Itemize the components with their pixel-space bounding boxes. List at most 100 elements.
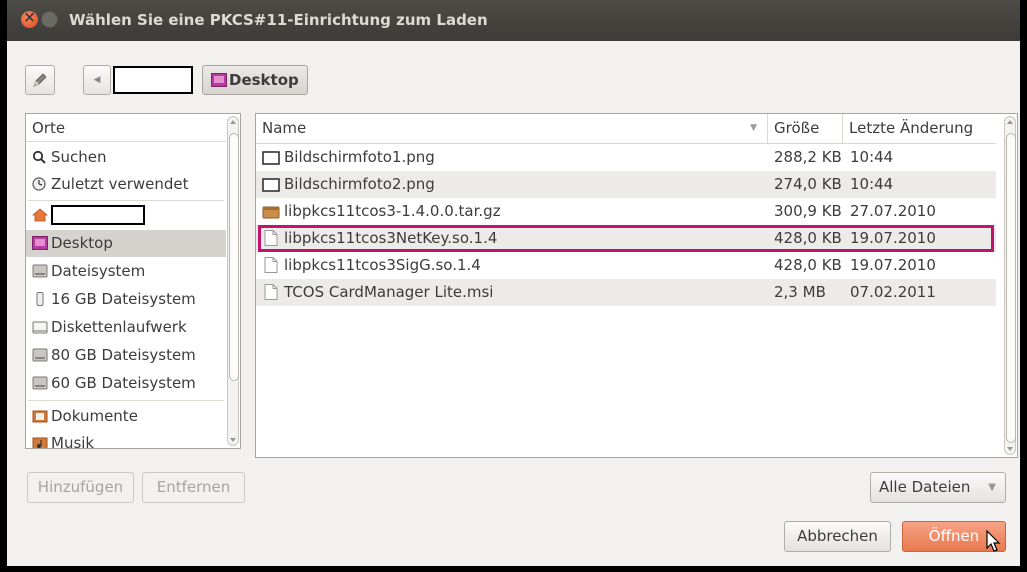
place-desktop[interactable]: Desktop — [26, 230, 226, 257]
harddisk-icon — [32, 376, 48, 390]
file-modified: 19.07.2010 — [850, 229, 936, 247]
file-icon — [264, 284, 278, 300]
pencil-icon — [33, 73, 47, 87]
search-icon — [32, 150, 46, 164]
file-size: 274,0 KB — [774, 175, 842, 193]
minimize-window-button[interactable] — [41, 11, 58, 28]
scroll-down-icon — [230, 438, 236, 442]
floppy-icon — [32, 321, 48, 334]
sort-descending-icon: ▼ — [750, 123, 757, 133]
places-separator — [28, 200, 224, 201]
scroll-down-icon — [1007, 447, 1013, 451]
file-name: libpkcs11tcos3NetKey.so.1.4 — [284, 229, 498, 247]
breadcrumb-home-redacted[interactable] — [113, 66, 193, 94]
window-title: Wählen Sie eine PKCS#11-Einrichtung zum … — [69, 11, 488, 29]
music-folder-icon — [32, 437, 48, 448]
column-header-size[interactable]: Größe — [768, 114, 843, 143]
file-name: TCOS CardManager Lite.msi — [284, 283, 494, 301]
remove-bookmark-button[interactable]: Entfernen — [142, 472, 245, 503]
file-row[interactable]: Bildschirmfoto2.png 274,0 KB 10:44 — [256, 171, 996, 198]
file-list-header: Name ▼ Größe Letzte Änderung — [256, 114, 996, 144]
scroll-up-icon — [230, 120, 236, 124]
place-label: Musik — [51, 434, 95, 449]
clock-icon — [32, 177, 46, 191]
file-modified: 19.07.2010 — [850, 256, 936, 274]
file-size: 288,2 KB — [774, 148, 842, 166]
breadcrumb-desktop[interactable]: Desktop — [202, 65, 308, 95]
image-file-icon — [262, 151, 280, 165]
file-row[interactable]: libpkcs11tcos3-1.4.0.0.tar.gz 300,9 KB 2… — [256, 198, 996, 225]
chevron-left-icon: ◀ — [93, 75, 101, 85]
places-header: Orte — [26, 114, 226, 142]
file-row[interactable]: Bildschirmfoto1.png 288,2 KB 10:44 — [256, 144, 996, 171]
place-label: 60 GB Dateisystem — [51, 374, 196, 392]
file-filter-dropdown[interactable]: Alle Dateien ▼ — [870, 472, 1006, 503]
file-icon — [264, 230, 278, 246]
file-size: 300,9 KB — [774, 202, 842, 220]
places-scroll-thumb[interactable] — [229, 133, 239, 381]
column-header-name[interactable]: Name ▼ — [256, 114, 768, 143]
place-label: Dokumente — [51, 407, 138, 425]
place-80gb[interactable]: 80 GB Dateisystem — [26, 342, 226, 369]
places-separator — [28, 400, 224, 401]
desktop-icon — [32, 236, 48, 250]
documents-folder-icon — [32, 410, 48, 423]
window-titlebar: Wählen Sie eine PKCS#11-Einrichtung zum … — [7, 0, 1020, 41]
place-60gb[interactable]: 60 GB Dateisystem — [26, 370, 226, 397]
path-toolbar: ◀ Desktop — [7, 41, 1020, 121]
desktop-icon — [211, 73, 227, 87]
breadcrumb-desktop-label: Desktop — [229, 71, 299, 89]
file-modified: 27.07.2010 — [850, 202, 936, 220]
place-floppy[interactable]: Diskettenlaufwerk — [26, 314, 226, 341]
file-modified: 10:44 — [850, 148, 894, 166]
place-documents[interactable]: Dokumente — [26, 403, 226, 430]
chevron-down-icon: ▼ — [988, 482, 996, 493]
file-list: Name ▼ Größe Letzte Änderung Bildschirmf… — [255, 113, 1018, 458]
add-bookmark-button[interactable]: Hinzufügen — [27, 472, 134, 503]
home-label-redacted — [51, 205, 145, 225]
file-modified: 10:44 — [850, 175, 894, 193]
file-row[interactable]: TCOS CardManager Lite.msi 2,3 MB 07.02.2… — [256, 279, 996, 306]
column-name-label: Name — [262, 119, 307, 137]
place-16gb[interactable]: 16 GB Dateisystem — [26, 286, 226, 313]
scroll-up-icon — [1007, 120, 1013, 124]
place-label: Desktop — [51, 234, 113, 252]
place-music[interactable]: Musik — [26, 430, 226, 449]
file-list-scrollbar[interactable] — [1004, 116, 1016, 455]
place-filesystem[interactable]: Dateisystem — [26, 258, 226, 285]
home-folder-icon — [32, 208, 48, 222]
file-list-scroll-thumb[interactable] — [1006, 133, 1016, 443]
file-name: libpkcs11tcos3SigG.so.1.4 — [284, 256, 481, 274]
file-name: libpkcs11tcos3-1.4.0.0.tar.gz — [284, 202, 501, 220]
file-icon — [264, 257, 278, 273]
column-header-modified[interactable]: Letzte Änderung — [843, 114, 996, 143]
place-label: Suchen — [51, 148, 107, 166]
harddisk-icon — [32, 264, 48, 278]
place-label: 80 GB Dateisystem — [51, 346, 196, 364]
places-scrollbar[interactable] — [227, 116, 239, 446]
place-label: Zuletzt verwendet — [51, 175, 189, 193]
place-recent[interactable]: Zuletzt verwendet — [26, 171, 226, 198]
file-name: Bildschirmfoto1.png — [284, 148, 435, 166]
file-chooser-dialog: Wählen Sie eine PKCS#11-Einrichtung zum … — [7, 0, 1020, 566]
file-row[interactable]: libpkcs11tcos3SigG.so.1.4 428,0 KB 19.07… — [256, 252, 996, 279]
close-window-button[interactable] — [21, 8, 38, 28]
path-scroll-left-button[interactable]: ◀ — [83, 65, 111, 95]
file-size: 428,0 KB — [774, 256, 842, 274]
place-home[interactable] — [26, 202, 226, 229]
cancel-button[interactable]: Abbrechen — [784, 521, 891, 552]
file-size: 428,0 KB — [774, 229, 842, 247]
place-label: Diskettenlaufwerk — [51, 318, 187, 336]
place-label: 16 GB Dateisystem — [51, 290, 196, 308]
places-sidebar: Orte Suchen Zuletzt verwendet Desktop Da… — [25, 113, 241, 449]
image-file-icon — [262, 178, 280, 192]
usb-drive-icon — [36, 292, 44, 306]
file-size: 2,3 MB — [774, 283, 826, 301]
type-location-button[interactable] — [25, 65, 55, 95]
file-modified: 07.02.2011 — [850, 283, 936, 301]
file-filter-label: Alle Dateien — [879, 478, 971, 496]
place-label: Dateisystem — [51, 262, 146, 280]
place-search[interactable]: Suchen — [26, 144, 226, 171]
file-row-selected[interactable]: libpkcs11tcos3NetKey.so.1.4 428,0 KB 19.… — [256, 225, 996, 252]
harddisk-icon — [32, 348, 48, 362]
